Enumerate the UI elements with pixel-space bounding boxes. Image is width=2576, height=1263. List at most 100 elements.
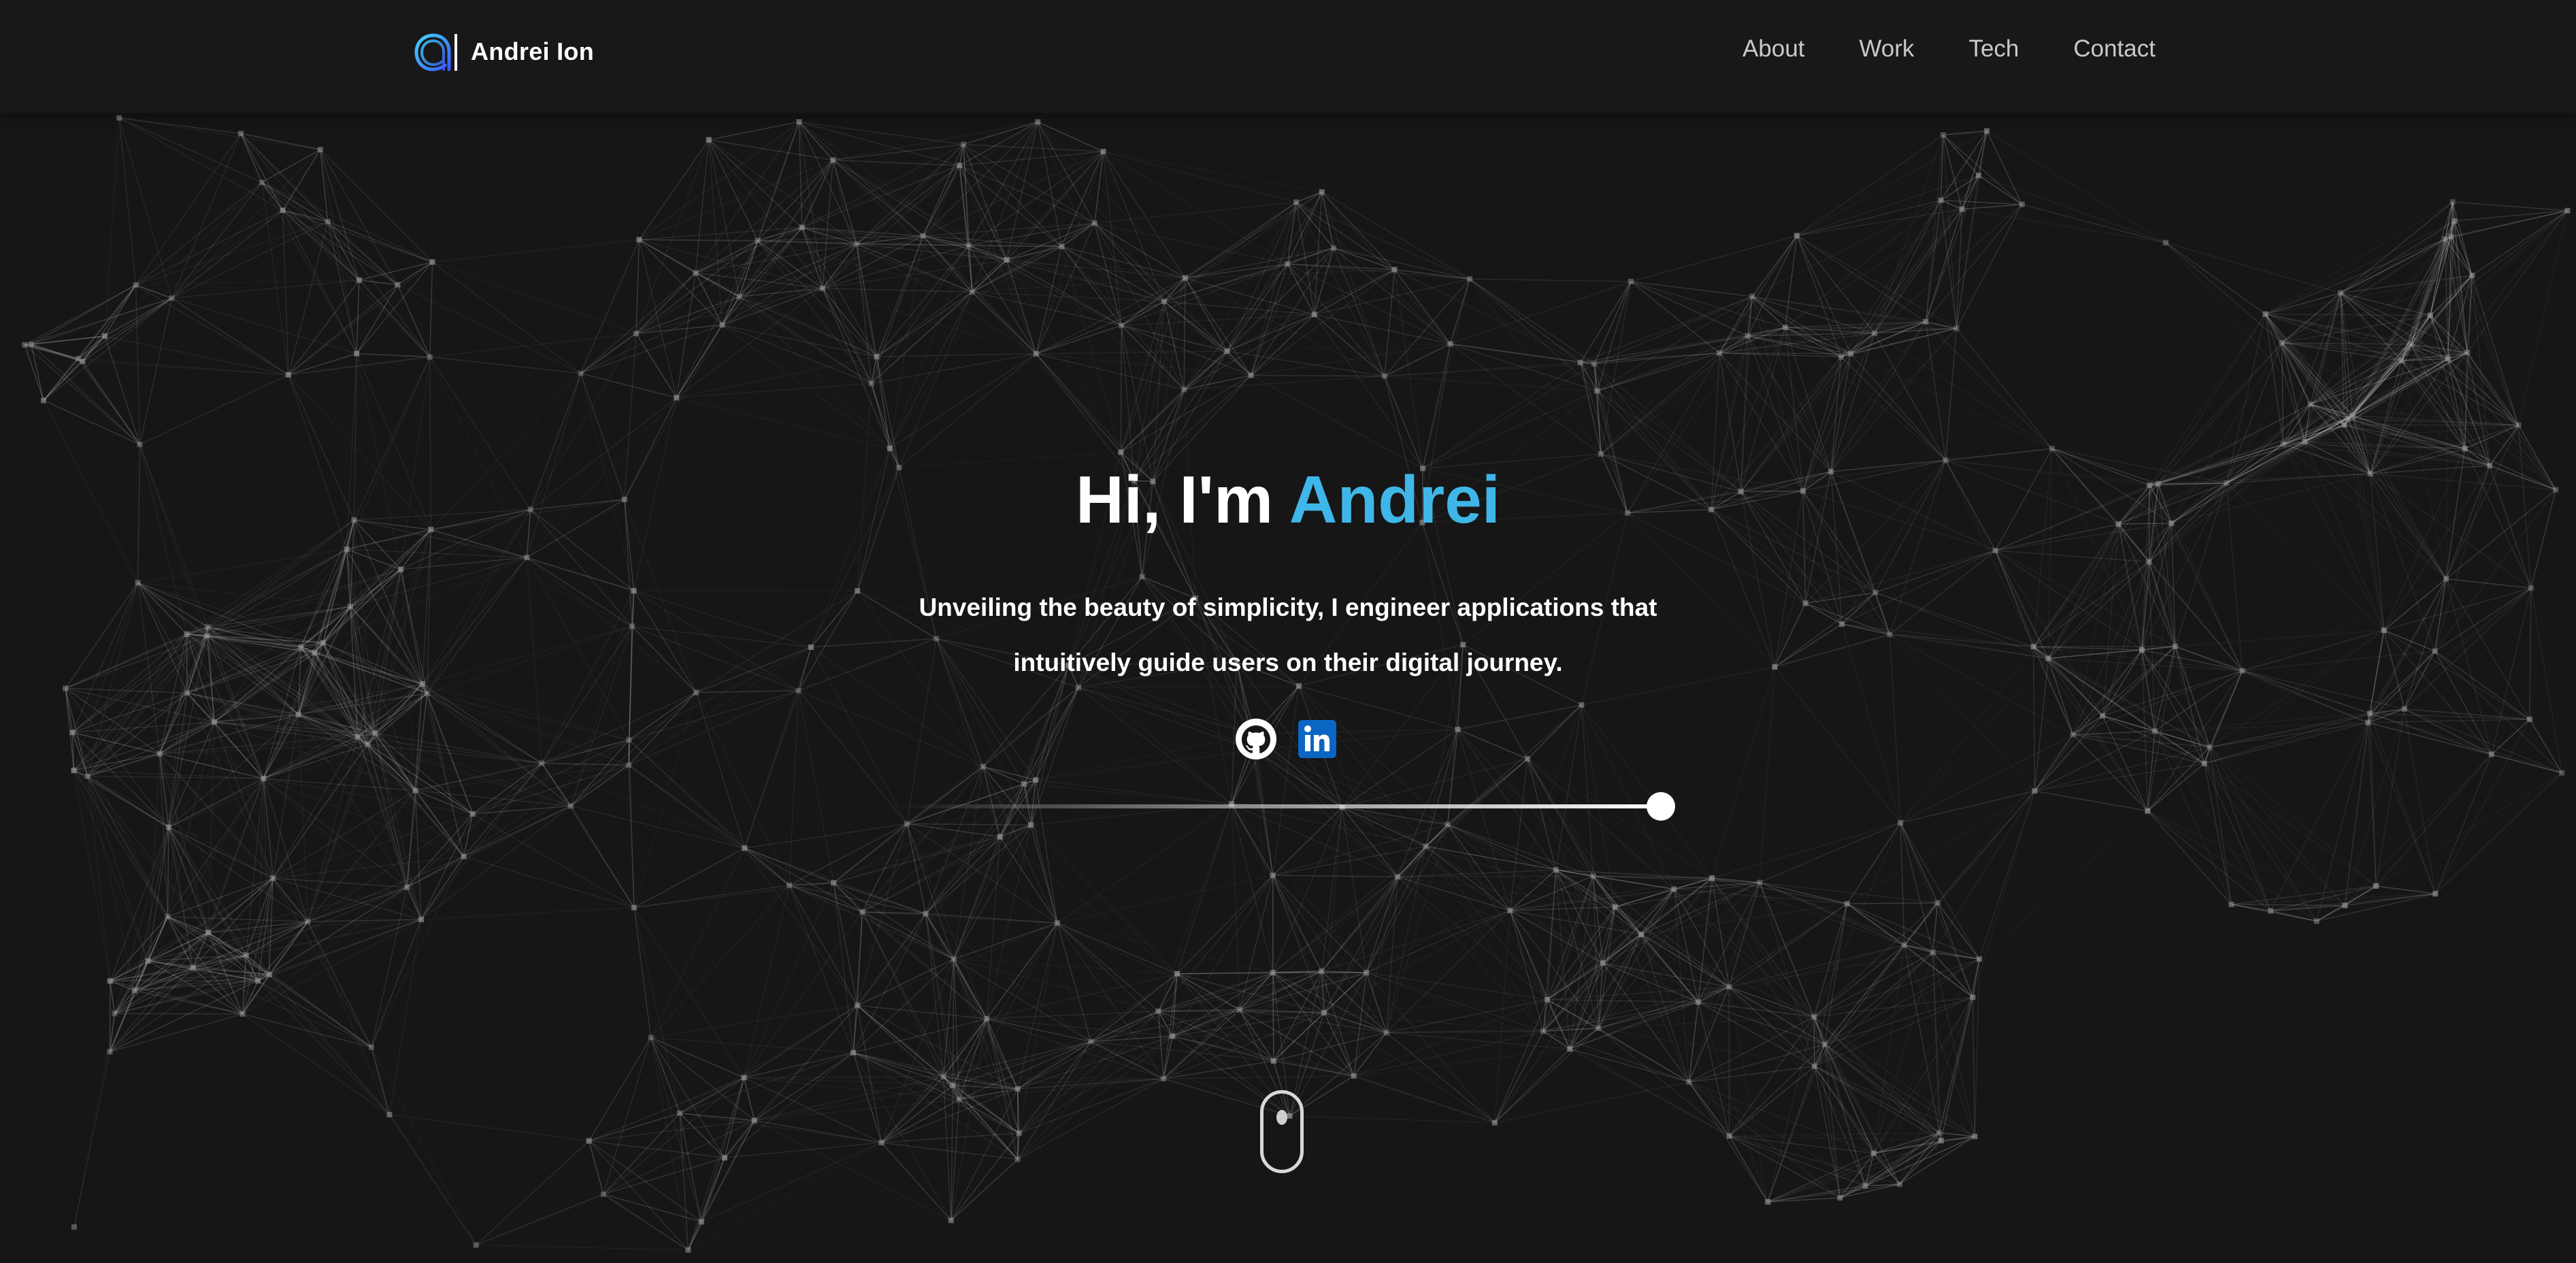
network-edge (1674, 888, 1847, 904)
network-node (1749, 293, 1755, 299)
network-edge (1017, 1011, 1159, 1160)
network-node (2432, 891, 2439, 897)
mouse-scroll-icon[interactable] (1260, 1090, 1304, 1173)
network-edge (629, 692, 697, 740)
network-edge (1006, 151, 1104, 261)
network-edge (273, 855, 464, 879)
network-edge (1447, 824, 1548, 1000)
nav-link-about[interactable]: About (1743, 33, 1804, 65)
nav-link-work[interactable]: Work (1859, 33, 1914, 65)
network-node (1381, 373, 1387, 379)
network-node (1553, 867, 1559, 873)
network-edge (708, 121, 799, 141)
network-edge (1422, 344, 1451, 469)
network-node (2228, 902, 2234, 908)
network-node (1540, 1028, 1547, 1034)
network-edge (798, 690, 908, 825)
network-edge (1314, 269, 1395, 315)
network-edge (73, 692, 188, 771)
network-edge (876, 245, 970, 357)
network-node (2345, 416, 2351, 422)
network-node (1844, 901, 1850, 907)
network-edge (389, 919, 422, 1115)
nav-link-contact[interactable]: Contact (2073, 33, 2156, 65)
linkedin-icon[interactable] (1295, 717, 1339, 761)
network-node (1870, 1150, 1877, 1156)
network-node (1811, 1063, 1817, 1069)
network-edge (114, 1013, 243, 1015)
network-node (719, 322, 725, 328)
network-node (325, 218, 331, 225)
network-edge (1324, 1013, 1543, 1031)
network-edge (1470, 278, 1631, 282)
network-edge (147, 827, 169, 962)
network-edge (1494, 1048, 1570, 1123)
network-edge (1527, 704, 1582, 759)
network-node (1600, 960, 1606, 966)
network-node (184, 690, 190, 696)
network-edge (1979, 811, 2147, 959)
network-edge (1384, 278, 1470, 377)
network-edge (603, 1037, 652, 1195)
network-edge (972, 246, 1062, 293)
network-edge (1774, 666, 1901, 823)
network-node (1319, 189, 1325, 195)
network-edge (603, 1194, 701, 1223)
github-icon[interactable] (1234, 717, 1278, 761)
network-node (1972, 1134, 1978, 1139)
network-node (830, 157, 836, 163)
network-node (2152, 728, 2158, 734)
network-node (2349, 412, 2356, 419)
network-node (721, 1155, 727, 1161)
network-edge (1384, 376, 1598, 392)
network-edge (1333, 247, 1395, 270)
network-node (1014, 1086, 1021, 1092)
network-edge (2369, 713, 2436, 894)
network-edge (1926, 321, 1957, 329)
network-edge (1036, 734, 1254, 780)
network-node (1016, 1130, 1022, 1136)
network-node (633, 331, 639, 337)
network-edge (2102, 715, 2149, 811)
network-edge (743, 885, 790, 1078)
network-edge (1333, 247, 1470, 280)
brand[interactable]: Andrei Ion (412, 30, 594, 73)
network-edge (43, 284, 137, 401)
network-edge (541, 763, 635, 908)
network-edge (857, 1005, 882, 1143)
network-edge (1398, 877, 1603, 964)
network-edge (963, 144, 1104, 152)
network-edge (650, 885, 790, 1038)
network-node (626, 737, 632, 743)
hero-subtitle: Unveiling the beauty of simplicity, I en… (0, 580, 2576, 690)
network-node (240, 1011, 246, 1017)
network-edge (889, 353, 1037, 449)
network-edge (136, 280, 359, 285)
network-node (636, 237, 642, 243)
network-node (1181, 387, 1187, 393)
network-edge (881, 1142, 1018, 1160)
network-edge (1121, 325, 1185, 390)
network-edge (2367, 722, 2377, 887)
network-node (71, 1224, 77, 1230)
network-edge (633, 885, 790, 908)
network-node (2280, 441, 2286, 447)
network-edge (708, 140, 723, 325)
network-node (1182, 275, 1188, 281)
divider-line (898, 804, 1660, 808)
network-node (211, 719, 217, 725)
nav-link-tech[interactable]: Tech (1968, 33, 2019, 65)
network-edge (1555, 869, 1604, 964)
network-edge (1824, 903, 1848, 1045)
network-node (706, 137, 712, 143)
network-edge (397, 284, 581, 374)
network-edge (871, 353, 1036, 384)
network-edge (1932, 952, 1973, 998)
network-node (878, 1140, 885, 1146)
network-edge (2434, 772, 2562, 894)
network-edge (171, 297, 289, 376)
network-edge (114, 827, 169, 1014)
network-node (386, 1111, 393, 1117)
network-edge (1510, 910, 1604, 964)
network-edge (1824, 1044, 1942, 1141)
